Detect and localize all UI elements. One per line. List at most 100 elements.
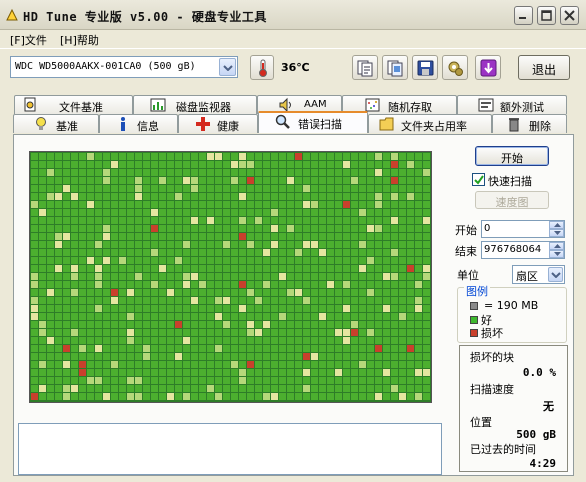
scan-block [407,201,414,208]
scan-block [287,385,294,392]
scan-block [223,345,230,352]
scan-block [327,313,334,320]
scan-block [247,281,254,288]
spin-down-button[interactable] [549,229,564,237]
scan-block [311,201,318,208]
maximize-button[interactable] [537,6,556,25]
scan-block [423,177,430,184]
scan-block [383,185,390,192]
scan-block [127,161,134,168]
scan-block [167,345,174,352]
scan-block [71,377,78,384]
scan-block [103,337,110,344]
end-input[interactable]: 976768064 [481,241,565,259]
menu-help[interactable]: [H]帮助 [58,32,101,48]
options-button[interactable] [442,55,468,80]
menu-file[interactable]: [F]文件 [8,32,49,48]
copy-screenshot-button[interactable] [382,55,408,80]
scan-block [95,225,102,232]
scan-block [295,265,302,272]
scan-block [223,233,230,240]
save-button[interactable] [412,55,438,80]
scan-block [255,161,262,168]
scan-block [199,337,206,344]
scan-block [375,385,382,392]
start-spinner[interactable] [549,221,564,237]
scan-block [367,305,374,312]
spin-up-button[interactable] [549,221,564,229]
minimize-button[interactable] [514,6,533,25]
scan-block [55,377,62,384]
scan-block [271,289,278,296]
scan-block [31,153,38,160]
tab-folder-usage[interactable]: 文件夹占用率 [368,114,492,133]
spin-up-button[interactable] [549,242,564,250]
scan-block [367,169,374,176]
drive-dropdown-button[interactable] [219,58,236,76]
scan-block [119,265,126,272]
scan-block [79,393,86,400]
scan-block [159,329,166,336]
scan-block [415,273,422,280]
unit-dropdown-button[interactable] [548,267,563,282]
scan-block [287,241,294,248]
scan-block [327,281,334,288]
scan-block [383,329,390,336]
scan-block [47,201,54,208]
scan-block [407,185,414,192]
scan-block [367,273,374,280]
scan-block [247,249,254,256]
scan-block [207,273,214,280]
tab-error-scan[interactable]: 错误扫描 [258,111,368,133]
scan-block [79,193,86,200]
scan-block [271,369,278,376]
scan-block [231,233,238,240]
quick-scan-checkbox[interactable] [472,173,485,186]
copy-text-button[interactable] [352,55,378,80]
close-button[interactable] [560,6,579,25]
scan-block [287,305,294,312]
scan-block [383,177,390,184]
download-button[interactable] [475,55,501,80]
spin-down-button[interactable] [549,250,564,258]
scan-block [135,185,142,192]
scan-block [135,297,142,304]
scan-block [199,313,206,320]
scan-block [255,361,262,368]
temperature-button[interactable] [250,55,274,80]
scan-block [135,169,142,176]
scan-block [391,257,398,264]
scan-block [167,249,174,256]
disk-monitor-icon [150,98,166,112]
scan-block [231,209,238,216]
scan-block [159,153,166,160]
scan-block [127,369,134,376]
start-input[interactable]: 0 [481,220,565,238]
scan-block [63,193,70,200]
exit-button[interactable]: 退出 [518,55,570,80]
scan-block [135,289,142,296]
scan-block [151,185,158,192]
tab-file-benchmark[interactable]: 文件基准 [14,95,133,114]
tab-health[interactable]: 健康 [178,114,258,133]
scan-block [159,289,166,296]
unit-select[interactable]: 扇区 [512,265,565,284]
scan-block [327,337,334,344]
tab-disk-monitor[interactable]: 磁盘监视器 [133,95,257,114]
drive-select[interactable]: WDC WD5000AAKX-001CA0 (500 gB) [10,56,238,78]
scan-block [231,321,238,328]
tab-benchmark[interactable]: 基准 [13,114,99,133]
start-scan-button[interactable]: 开始 [475,146,549,166]
end-spinner[interactable] [549,242,564,258]
tab-info[interactable]: 信息 [99,114,178,133]
scan-block [63,217,70,224]
scan-block [143,209,150,216]
scan-block [423,369,430,376]
scan-block [31,345,38,352]
scan-block [223,353,230,360]
tab-erase[interactable]: 删除 [492,114,567,133]
scan-block [79,273,86,280]
tab-extra-tests[interactable]: 额外测试 [457,95,567,114]
scan-block [351,169,358,176]
scan-block [127,273,134,280]
